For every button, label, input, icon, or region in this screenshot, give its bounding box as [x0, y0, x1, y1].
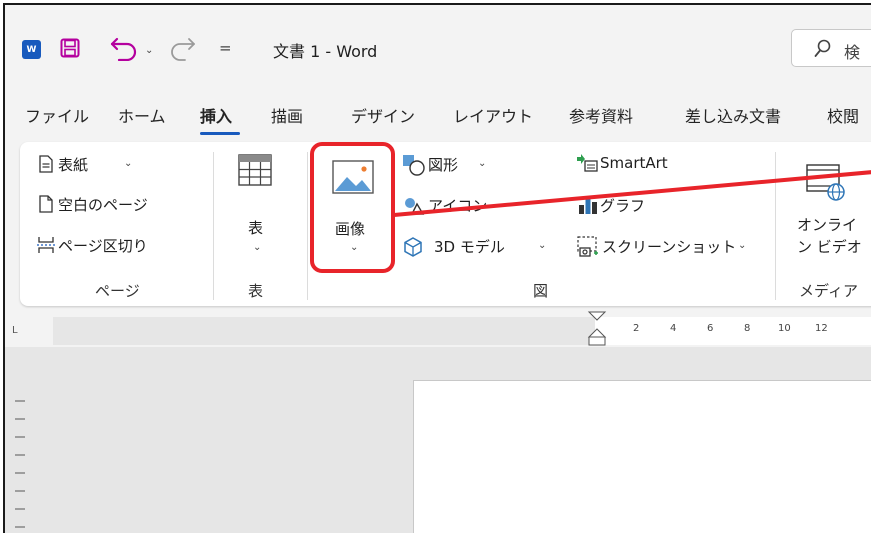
vertical-ruler[interactable] [13, 347, 37, 533]
ruler-number: 2 [633, 323, 640, 334]
tab-selector-button[interactable]: L [12, 325, 18, 336]
ruler-number: 4 [670, 323, 677, 334]
indent-marker-icon[interactable] [587, 311, 607, 347]
ruler-number: 10 [778, 323, 791, 334]
ruler-number: 12 [815, 323, 828, 334]
callout-line [393, 170, 871, 217]
ruler-number: 8 [744, 323, 751, 334]
ruler-margin [53, 317, 595, 345]
word-window: W ⌄ = 文書 1 - Word 検 ファイル ホーム 挿入 描画 デザイン … [3, 3, 871, 533]
document-page[interactable] [413, 380, 871, 533]
ruler-number: 6 [707, 323, 714, 334]
